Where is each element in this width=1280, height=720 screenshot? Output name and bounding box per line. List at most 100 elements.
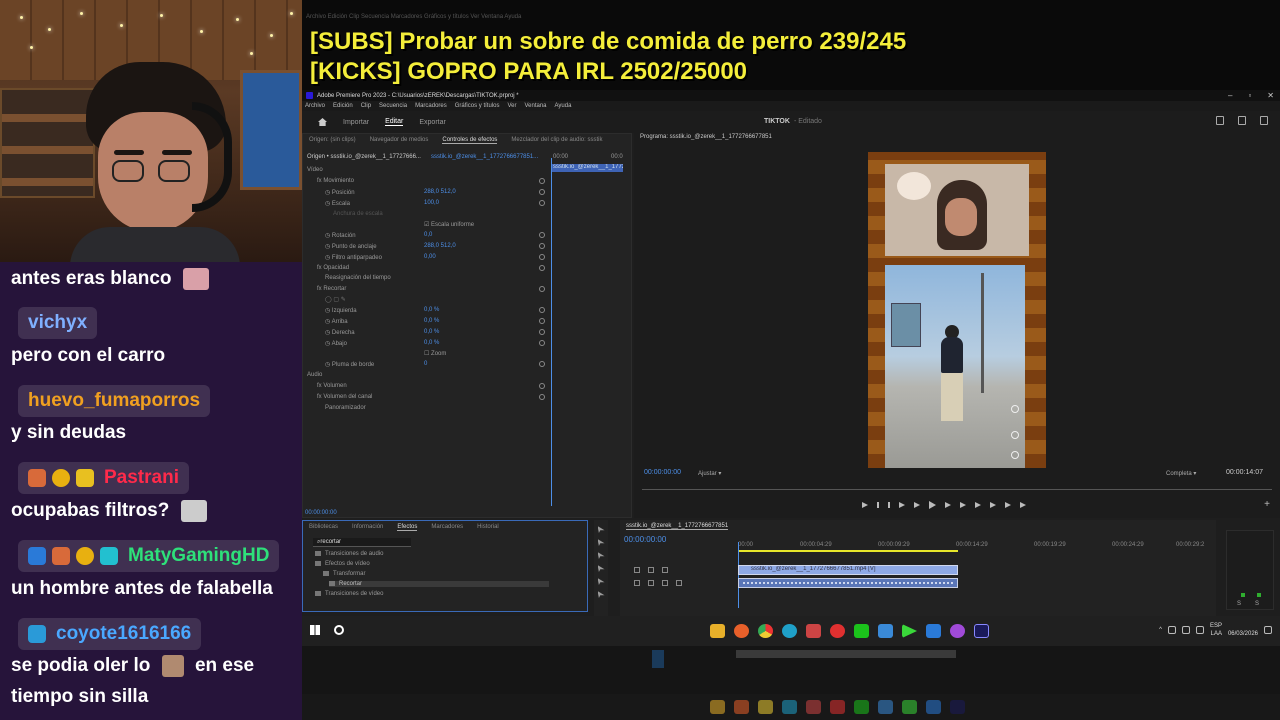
effects-search-input[interactable]: ⌕ recortar [313,538,411,547]
work-area-bar[interactable] [738,550,958,552]
reset-icon[interactable] [539,307,545,313]
tree-item[interactable]: Efectos de vídeo [315,561,370,567]
reset-icon[interactable] [539,265,545,271]
tab-source[interactable]: Origen: (sin clips) [309,137,356,143]
edge-icon[interactable] [782,624,797,638]
language-indicator[interactable]: ESP LAA [1210,622,1222,638]
scale-value[interactable]: 100,0 [424,200,439,206]
reset-icon[interactable] [539,394,545,400]
pen-icon[interactable] [597,591,605,598]
windows-start-icon[interactable] [310,625,320,635]
menu-ventana[interactable]: Ventana [524,103,546,109]
lock-icon[interactable] [634,567,640,573]
opera-icon[interactable] [806,624,821,638]
audio-clip[interactable] [738,578,958,588]
fx-row[interactable]: ◷ Filtro antiparpadeo [325,254,382,261]
track-select-icon[interactable] [597,539,605,546]
expand-icon[interactable] [1260,116,1268,125]
fx-row[interactable]: ◷ Derecha [325,329,355,336]
solo-icon[interactable] [662,580,668,586]
reset-icon[interactable] [539,254,545,260]
reset-icon[interactable] [539,286,545,292]
feather-value[interactable]: 0 [424,361,427,367]
minimize-icon[interactable]: – [1228,91,1232,100]
tab-export[interactable]: Exportar [419,119,445,126]
go-to-out-icon[interactable] [960,502,966,508]
menu-marcadores[interactable]: Marcadores [415,103,447,109]
fx-playhead[interactable] [551,158,552,506]
tab-sequence[interactable]: ssstik.io_@zerek__1_1772766677851 [626,523,729,530]
antiflicker-value[interactable]: 0,00 [424,254,436,260]
premiere-taskbar-icon[interactable] [974,624,989,638]
fullscreen-icon[interactable] [1216,116,1224,125]
play-icon[interactable] [929,501,936,509]
fx-label[interactable]: Panoramizador [325,405,366,411]
reset-icon[interactable] [539,200,545,206]
razor-icon[interactable] [597,565,605,572]
fx-row[interactable]: fx Volumen [317,383,347,389]
meter-solo-label[interactable]: S [1255,601,1259,607]
tab-markers[interactable]: Marcadores [431,524,463,530]
menu-graficos[interactable]: Gráficos y títulos [455,103,500,109]
reset-icon[interactable] [539,232,545,238]
chat-username[interactable]: Pastrani [18,462,189,494]
close-icon[interactable]: ✕ [1267,91,1274,100]
tab-effects[interactable]: Efectos [397,524,418,531]
menu-archivo[interactable]: Archivo [305,103,325,109]
menu-edicion[interactable]: Edición [333,103,353,109]
fx-row[interactable]: ◷ Escala [325,200,350,207]
lift-icon[interactable] [975,502,981,508]
network-icon[interactable] [1167,626,1176,634]
fx-origin[interactable]: Origen • ssstik.io_@zerek__1_17727666... [307,154,421,160]
tree-item[interactable]: Transiciones de audio [315,551,383,557]
eye-icon[interactable] [662,567,668,573]
anchor-value[interactable]: 288,0 512,0 [424,243,456,249]
fx-row[interactable]: ◷ Arriba [325,318,348,325]
mic-icon[interactable] [676,580,682,586]
reset-icon[interactable] [539,383,545,389]
fx-clip-bar[interactable]: ssstik.io_@zerek__1_1772 [551,164,623,172]
timeline-timecode[interactable]: 00:00:00:00 [624,535,666,544]
menu-clip[interactable]: Clip [361,103,371,109]
fx-row[interactable]: fx Opacidad [317,265,349,271]
reset-icon[interactable] [539,329,545,335]
crop-right-value[interactable]: 0,0 % [424,329,439,335]
fx-row[interactable]: fx Movimiento [317,178,354,184]
mark-in-icon[interactable] [877,502,879,508]
slip-icon[interactable] [597,578,605,585]
rotation-value[interactable]: 0,0 [424,232,432,238]
tree-item[interactable]: Transformar [323,571,365,577]
position-value[interactable]: 288,0 512,0 [424,189,456,195]
app-icon[interactable] [950,624,965,638]
monitor-icon[interactable] [1181,626,1190,634]
clock[interactable]: 06/03/2026 [1228,622,1258,638]
crop-left-value[interactable]: 0,0 % [424,307,439,313]
mute-icon[interactable] [648,580,654,586]
fx-row[interactable]: ◷ Pluma de borde [325,361,374,368]
reset-icon[interactable] [539,243,545,249]
chat-username[interactable]: huevo_fumaporros [18,385,211,417]
tree-item-selected[interactable]: Recortar [329,581,549,588]
chevron-up-icon[interactable]: ^ [1159,627,1162,633]
volume-icon[interactable] [1195,626,1204,634]
search-icon[interactable] [334,625,344,635]
tab-history[interactable]: Historial [477,524,499,530]
firefox-icon[interactable] [734,624,749,638]
chat-username[interactable]: coyote1616166 [18,618,202,650]
crop-top-value[interactable]: 0,0 % [424,318,439,324]
tab-audio-mixer[interactable]: Mezclador del clip de audio: ssstik [511,137,602,143]
zoom-checkbox[interactable]: ☐ Zoom [424,350,446,357]
program-video-frame[interactable] [868,152,1046,468]
share-icon[interactable] [1238,116,1246,125]
fx-row[interactable]: ◷ Abajo [325,340,347,347]
mask-tools[interactable]: ◯ ▢ ✎ [325,296,346,303]
add-button[interactable]: + [1264,499,1270,510]
chrome-icon[interactable] [758,624,773,638]
tab-media-browser[interactable]: Navegador de medios [370,137,429,143]
app-icon[interactable] [878,624,893,638]
fx-row[interactable]: ◷ Izquierda [325,307,357,314]
extract-icon[interactable] [990,502,996,508]
crop-bottom-value[interactable]: 0,0 % [424,340,439,346]
meter-solo-label[interactable]: S [1237,601,1241,607]
video-clip[interactable]: ssstik.io_@zerek__1_1772766677851.mp4 [V… [738,565,958,575]
